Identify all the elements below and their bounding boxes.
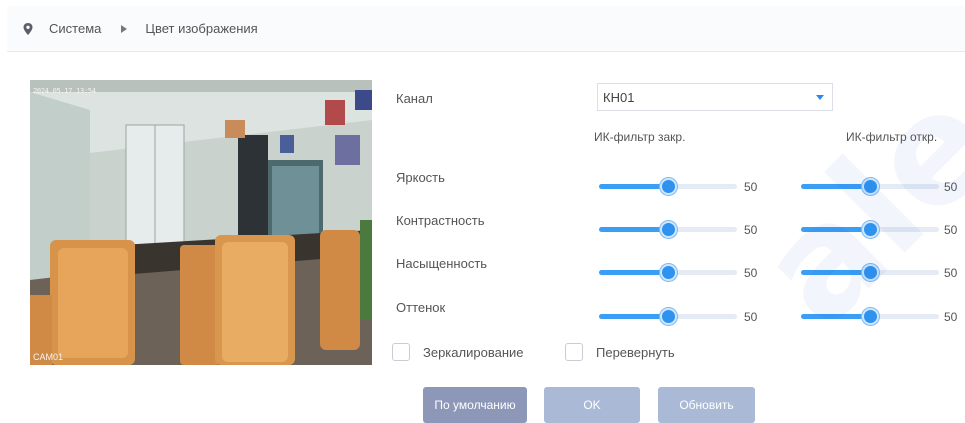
channel-label: Канал [396, 91, 433, 106]
column-ir-closed: ИК-фильтр закр. [594, 130, 686, 144]
default-button[interactable]: По умолчанию [423, 387, 527, 423]
slider-value: 50 [944, 310, 958, 324]
slider-thumb[interactable] [862, 221, 879, 238]
camera-preview-image [30, 80, 372, 365]
slider-value: 50 [944, 223, 958, 237]
slider-ir-closed[interactable] [599, 260, 737, 284]
slider-ir-open[interactable] [801, 260, 939, 284]
slider-fill [801, 314, 870, 319]
flip-label: Перевернуть [596, 345, 675, 360]
slider-thumb[interactable] [862, 308, 879, 325]
channel-select-value: КН01 [603, 89, 635, 105]
ok-button[interactable]: OK [544, 387, 640, 423]
mirror-label: Зеркалирование [423, 345, 524, 360]
slider-fill [599, 314, 668, 319]
breadcrumb-current: Цвет изображения [145, 21, 258, 36]
slider-thumb[interactable] [660, 178, 677, 195]
slider-value: 50 [744, 223, 758, 237]
slider-thumb[interactable] [660, 264, 677, 281]
camera-preview: 2024.05.17 13:54 CAM01 [30, 80, 372, 365]
slider-fill [801, 270, 870, 275]
osd-camera-name: CAM01 [33, 352, 64, 362]
slider-ir-open[interactable] [801, 217, 939, 241]
chevron-down-icon [816, 95, 824, 100]
setting-label: Контрастность [396, 213, 485, 228]
slider-value: 50 [944, 266, 958, 280]
slider-fill [801, 184, 870, 189]
slider-fill [599, 227, 668, 232]
slider-fill [599, 270, 668, 275]
slider-thumb[interactable] [862, 178, 879, 195]
slider-thumb[interactable] [660, 221, 677, 238]
osd-timestamp: 2024.05.17 13:54 [33, 87, 96, 95]
slider-value: 50 [944, 180, 958, 194]
slider-fill [599, 184, 668, 189]
slider-ir-closed[interactable] [599, 174, 737, 198]
slider-ir-closed[interactable] [599, 217, 737, 241]
breadcrumb-root[interactable]: Система [49, 21, 101, 36]
flip-checkbox[interactable] [565, 343, 583, 361]
channel-select[interactable]: КН01 [597, 83, 833, 111]
setting-label: Яркость [396, 170, 445, 185]
slider-thumb[interactable] [660, 308, 677, 325]
breadcrumb-arrow-icon [121, 24, 128, 33]
mirror-checkbox[interactable] [392, 343, 410, 361]
slider-value: 50 [744, 180, 758, 194]
column-ir-open: ИК-фильтр откр. [846, 130, 938, 144]
refresh-button[interactable]: Обновить [658, 387, 755, 423]
slider-value: 50 [744, 310, 758, 324]
setting-label: Насыщенность [396, 256, 488, 271]
slider-fill [801, 227, 870, 232]
image-color-panel: 2024.05.17 13:54 CAM01 Канал КН01 ИК-фил… [7, 56, 965, 423]
slider-value: 50 [744, 266, 758, 280]
slider-thumb[interactable] [862, 264, 879, 281]
slider-ir-closed[interactable] [599, 304, 737, 328]
location-pin-icon [23, 22, 33, 35]
slider-ir-open[interactable] [801, 174, 939, 198]
setting-label: Оттенок [396, 300, 446, 315]
breadcrumb: Система Цвет изображения [7, 6, 965, 52]
slider-ir-open[interactable] [801, 304, 939, 328]
